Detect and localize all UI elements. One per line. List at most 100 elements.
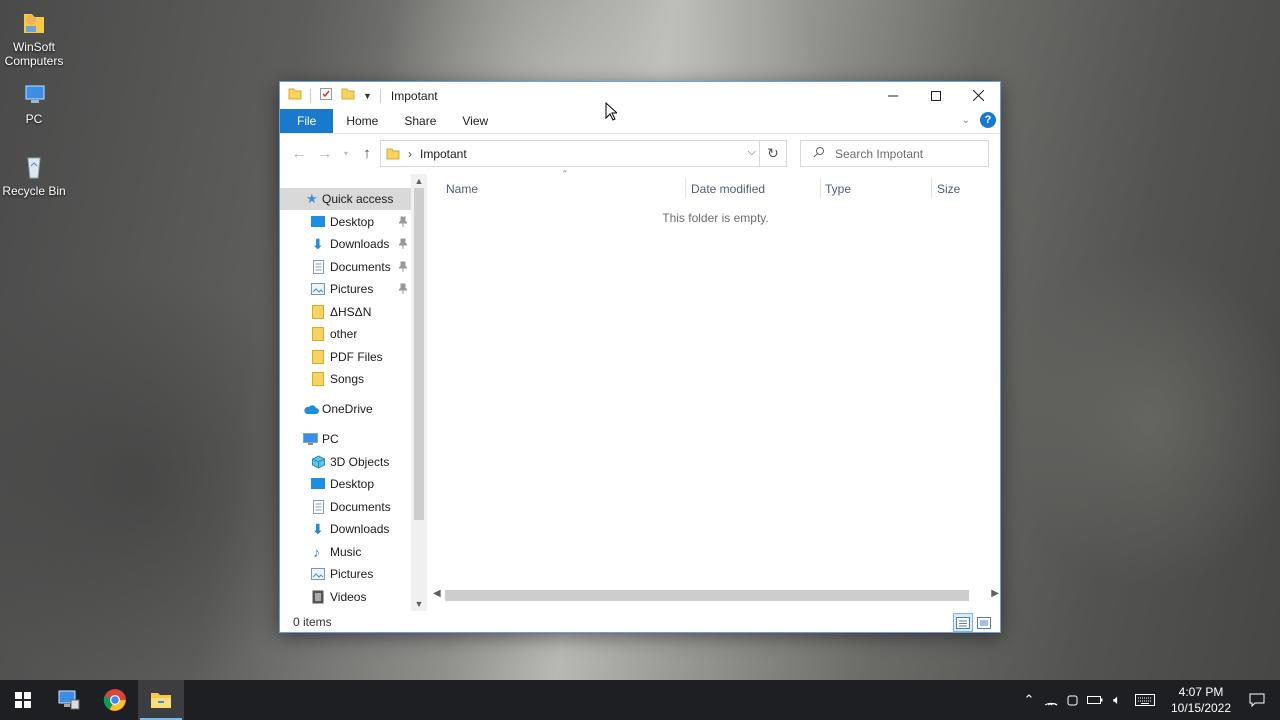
pin-icon — [397, 261, 409, 272]
tab-file[interactable]: File — [280, 109, 334, 133]
nav-item-other[interactable]: other — [280, 323, 411, 345]
battery-icon[interactable] — [1084, 680, 1106, 720]
tab-home[interactable]: Home — [333, 109, 391, 133]
nav-item-label: Videos — [330, 590, 367, 604]
nav-item-pc-downloads[interactable]: ⬇ Downloads — [280, 518, 411, 540]
taskbar-app-chrome[interactable] — [92, 680, 138, 720]
nav-item-label: Downloads — [330, 522, 390, 536]
title-bar[interactable]: ▼ Impotant — [280, 82, 1000, 109]
chrome-icon — [103, 689, 126, 711]
column-separator[interactable] — [931, 178, 932, 198]
recent-locations-icon[interactable]: ▾ — [338, 149, 354, 158]
address-bar[interactable]: › Impotant ⌵ ↻ — [380, 140, 787, 167]
downloads-icon: ⬇ — [312, 520, 324, 537]
horizontal-scrollbar[interactable]: ◀ ▶ — [431, 586, 1001, 602]
nav-item-songs[interactable]: Songs — [280, 368, 411, 390]
desktop-icon-recycle-bin[interactable]: Recycle Bin — [0, 152, 70, 198]
sort-ascending-icon: ⌃ — [561, 169, 569, 179]
close-button[interactable] — [957, 82, 1000, 109]
nav-item-label: Documents — [330, 500, 391, 514]
nav-item-label: PDF Files — [330, 350, 383, 364]
column-separator[interactable] — [820, 178, 821, 198]
volume-icon[interactable]: 🔈︎ — [1106, 680, 1128, 720]
desktop-icon-winsoft-computers[interactable]: WinSoft Computers — [0, 8, 70, 68]
show-hidden-icons-icon[interactable]: ⌃ — [1018, 680, 1040, 720]
scrollbar-thumb[interactable] — [445, 590, 969, 601]
details-view-button[interactable] — [953, 613, 973, 632]
nav-item-pictures[interactable]: Pictures — [280, 278, 411, 300]
column-header-date-modified[interactable]: Date modified — [691, 179, 765, 199]
clock[interactable]: 4:07 PM 10/15/2022 — [1168, 684, 1234, 716]
scrollbar-thumb[interactable] — [414, 188, 424, 520]
nav-item-label: other — [330, 327, 358, 341]
system-tray: ⌃ 🔈︎ 4:07 PM 10/15/2022 — [1018, 680, 1280, 720]
tab-view[interactable]: View — [449, 109, 501, 133]
quick-access-toolbar: ▼ — [280, 87, 381, 104]
navigation-scrollbar[interactable]: ▲ ▼ — [411, 174, 427, 611]
customize-dropdown-icon[interactable]: ▼ — [363, 91, 372, 101]
meet-now-icon[interactable] — [1062, 680, 1084, 720]
column-header-name[interactable]: Name — [446, 179, 478, 199]
nav-item-desktop[interactable]: Desktop — [280, 211, 411, 233]
pin-icon — [397, 238, 409, 249]
nav-item-ahsan[interactable]: ΔHSΔN — [280, 301, 411, 323]
star-icon: ★ — [306, 191, 318, 206]
search-placeholder: Search Impotant — [835, 146, 924, 161]
nav-item-pc-documents[interactable]: Documents — [280, 496, 411, 518]
nav-item-videos[interactable]: Videos — [280, 586, 411, 608]
maximize-button[interactable] — [914, 82, 957, 109]
nav-item-documents[interactable]: Documents — [280, 256, 411, 278]
tab-share[interactable]: Share — [391, 109, 449, 133]
search-input[interactable]: Search Impotant — [800, 140, 989, 167]
minimize-button[interactable] — [871, 82, 914, 109]
nav-item-music[interactable]: ♪ Music — [280, 541, 411, 563]
nav-item-label: Documents — [330, 260, 391, 274]
back-arrow-icon[interactable]: ← — [286, 145, 312, 162]
column-separator[interactable] — [685, 178, 686, 198]
pin-icon — [397, 283, 409, 294]
help-icon[interactable]: ? — [980, 112, 996, 128]
nav-item-3d-objects[interactable]: 3D Objects — [280, 451, 411, 473]
breadcrumb-chevron-icon: › — [408, 146, 412, 161]
nav-item-label: Quick access — [322, 192, 394, 206]
forward-arrow-icon[interactable]: → — [312, 145, 338, 162]
refresh-icon[interactable]: ↻ — [759, 141, 786, 166]
nav-item-pdf-files[interactable]: PDF Files — [280, 346, 411, 368]
notification-icon — [1249, 693, 1265, 707]
scroll-left-icon[interactable]: ◀ — [433, 588, 441, 599]
scroll-up-icon[interactable]: ▲ — [411, 176, 427, 186]
start-button[interactable] — [0, 680, 46, 720]
nav-item-downloads[interactable]: ⬇ Downloads — [280, 233, 411, 255]
keyboard-icon[interactable] — [1128, 680, 1162, 720]
desktop-icon — [311, 478, 325, 493]
wifi-icon[interactable] — [1040, 680, 1062, 720]
nav-item-onedrive[interactable]: OneDrive — [280, 398, 411, 420]
nav-item-quick-access[interactable]: ★ Quick access — [280, 188, 411, 210]
notification-center-button[interactable] — [1234, 680, 1280, 720]
breadcrumb[interactable]: Impotant — [420, 147, 467, 161]
taskbar-app-file-explorer[interactable] — [138, 680, 184, 720]
nav-item-label: Songs — [330, 372, 365, 386]
column-header-size[interactable]: Size — [937, 179, 960, 199]
new-folder-icon[interactable] — [341, 87, 355, 104]
file-explorer-window: ▼ Impotant File Home Share View ⌄ ? ← → … — [279, 81, 1001, 633]
nav-item-pc[interactable]: PC — [280, 428, 411, 450]
nav-item-pc-pictures[interactable]: Pictures — [280, 563, 411, 585]
up-arrow-icon[interactable]: ↑ — [354, 145, 380, 162]
expand-ribbon-icon[interactable]: ⌄ — [962, 115, 970, 126]
taskbar-app-network-computer[interactable] — [46, 680, 92, 720]
column-header-type[interactable]: Type — [825, 179, 851, 199]
nav-item-pc-desktop[interactable]: Desktop — [280, 473, 411, 495]
nav-item-label: Pictures — [330, 567, 374, 581]
nav-item-label: Music — [330, 545, 362, 559]
file-list[interactable]: ⌃ Name Date modified Type Size This fold… — [427, 169, 1001, 611]
desktop-icon-pc[interactable]: PC — [0, 80, 70, 126]
properties-icon[interactable] — [319, 87, 333, 104]
scroll-right-icon[interactable]: ▶ — [991, 588, 999, 599]
large-icons-view-button[interactable] — [974, 613, 994, 632]
pc-icon — [303, 433, 318, 449]
scroll-down-icon[interactable]: ▼ — [411, 599, 427, 609]
desktop-icon — [311, 216, 325, 231]
address-dropdown-icon[interactable]: ⌵ — [748, 146, 756, 159]
separator — [379, 88, 381, 103]
